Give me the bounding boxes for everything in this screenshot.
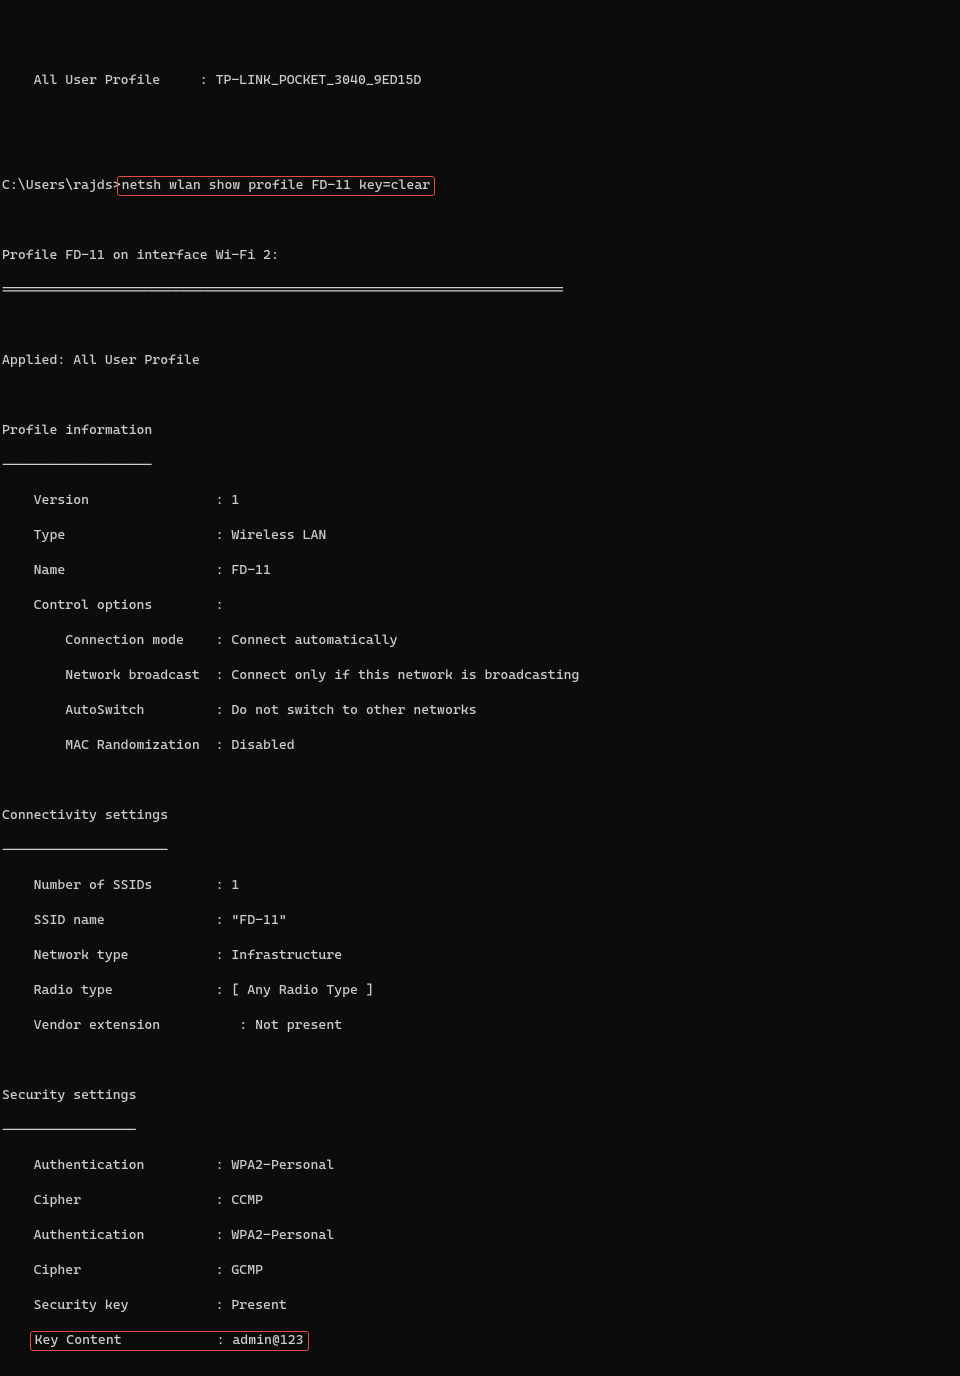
- section-title-connectivity: Connectivity settings: [2, 807, 960, 825]
- key-content-text: Key Content : admin@123: [35, 1332, 304, 1348]
- profile-header-divider: ========================================…: [2, 282, 960, 300]
- sec-cipher1: Cipher : CCMP: [2, 1192, 960, 1210]
- sec-key-content-line: Key Content : admin@123: [2, 1332, 960, 1350]
- blank-line: [2, 317, 960, 335]
- blank-line: [2, 212, 960, 230]
- blank-line: [2, 1052, 960, 1070]
- conn-vendor: Vendor extension : Not present: [2, 1017, 960, 1035]
- sec-key-present: Security key : Present: [2, 1297, 960, 1315]
- blank-line: [2, 1367, 960, 1376]
- section-dashes: -------------------: [2, 457, 960, 475]
- section-title-profile-info: Profile information: [2, 422, 960, 440]
- profile-header: Profile FD-11 on interface Wi-Fi 2:: [2, 247, 960, 265]
- command-line[interactable]: C:\Users\rajds>netsh wlan show profile F…: [2, 177, 960, 195]
- info-network-broadcast: Network broadcast : Connect only if this…: [2, 667, 960, 685]
- info-mac-randomization: MAC Randomization : Disabled: [2, 737, 960, 755]
- conn-radio: Radio type : [ Any Radio Type ]: [2, 982, 960, 1000]
- section-dashes: ---------------------: [2, 842, 960, 860]
- profile-top-line: All User Profile : TP-LINK_POCKET_3040_9…: [2, 72, 960, 90]
- applied-line: Applied: All User Profile: [2, 352, 960, 370]
- info-type: Type : Wireless LAN: [2, 527, 960, 545]
- blank-line: [2, 387, 960, 405]
- sec-auth2: Authentication : WPA2-Personal: [2, 1227, 960, 1245]
- conn-net-type: Network type : Infrastructure: [2, 947, 960, 965]
- key-pad: [2, 1332, 34, 1348]
- command-text: netsh wlan show profile FD-11 key=clear: [122, 177, 431, 193]
- sec-cipher2: Cipher : GCMP: [2, 1262, 960, 1280]
- blank-line: [2, 772, 960, 790]
- prompt-path: C:\Users\rajds>: [2, 177, 121, 193]
- info-control-options: Control options :: [2, 597, 960, 615]
- blank-line: [2, 107, 960, 125]
- section-title-security: Security settings: [2, 1087, 960, 1105]
- top-value: TP-LINK_POCKET_3040_9ED15D: [216, 72, 422, 88]
- info-version: Version : 1: [2, 492, 960, 510]
- conn-ssid-name: SSID name : "FD-11": [2, 912, 960, 930]
- info-autoswitch: AutoSwitch : Do not switch to other netw…: [2, 702, 960, 720]
- command-highlight-box: netsh wlan show profile FD-11 key=clear: [117, 176, 436, 196]
- info-connection-mode: Connection mode : Connect automatically: [2, 632, 960, 650]
- key-content-highlight-box: Key Content : admin@123: [30, 1331, 309, 1351]
- info-name: Name : FD-11: [2, 562, 960, 580]
- section-dashes: -----------------: [2, 1122, 960, 1140]
- blank-line: [2, 142, 960, 160]
- top-label: All User Profile :: [2, 72, 216, 88]
- sec-auth1: Authentication : WPA2-Personal: [2, 1157, 960, 1175]
- conn-ssids: Number of SSIDs : 1: [2, 877, 960, 895]
